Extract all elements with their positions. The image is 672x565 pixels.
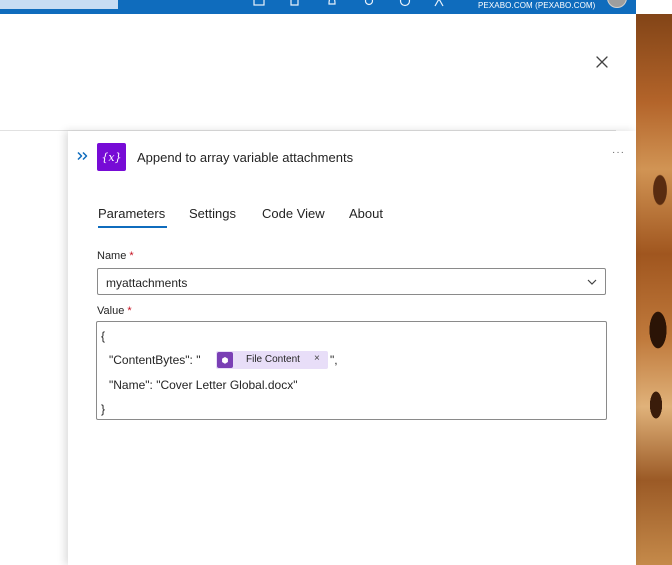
- help-icon[interactable]: [399, 0, 411, 7]
- search-box[interactable]: [0, 0, 118, 9]
- value-editor[interactable]: { "ContentBytes": " ⬢ File Content × ", …: [96, 321, 607, 420]
- action-title[interactable]: Append to array variable attachments: [137, 150, 353, 165]
- selected-tab-indicator: [98, 226, 167, 228]
- tab-code-view[interactable]: Code View: [262, 206, 325, 221]
- code-line: {: [101, 329, 106, 343]
- chevron-double-right-icon[interactable]: [76, 149, 90, 163]
- more-icon[interactable]: ···: [612, 147, 625, 158]
- required-mark: *: [129, 250, 134, 262]
- screen-icon[interactable]: [253, 0, 265, 7]
- gear-icon[interactable]: [363, 0, 375, 7]
- value-label-text: Value: [97, 305, 125, 317]
- connector-icon: ⬢: [217, 352, 233, 368]
- code-line: }: [101, 402, 106, 416]
- background-scenery-top: [636, 0, 672, 14]
- user-icon[interactable]: [433, 0, 445, 7]
- account-name[interactable]: PEXABO.COM (PEXABO.COM): [478, 1, 595, 10]
- feedback-icon[interactable]: [289, 0, 301, 7]
- tab-about[interactable]: About: [349, 206, 383, 221]
- code-line: "ContentBytes": ": [109, 353, 201, 367]
- code-line: "Name": "Cover Letter Global.docx": [109, 378, 298, 392]
- tab-settings[interactable]: Settings: [189, 206, 236, 221]
- close-icon[interactable]: ×: [314, 353, 320, 364]
- code-line: ",: [330, 353, 338, 367]
- close-icon[interactable]: [594, 54, 610, 70]
- required-mark: *: [127, 305, 132, 317]
- name-dropdown-value: myattachments: [106, 276, 188, 290]
- name-label-text: Name: [97, 250, 127, 262]
- name-dropdown[interactable]: myattachments: [97, 268, 606, 295]
- chevron-down-icon[interactable]: [586, 276, 598, 288]
- top-nav-bar: PEXABO.COM (PEXABO.COM): [0, 0, 636, 14]
- value-field-label: Value *: [97, 305, 132, 317]
- token-label: File Content: [246, 354, 300, 365]
- notifications-icon[interactable]: [326, 0, 338, 7]
- variable-action-icon: {x}: [97, 143, 126, 171]
- dynamic-content-token[interactable]: ⬢ File Content ×: [216, 351, 328, 369]
- name-field-label: Name *: [97, 250, 134, 262]
- tab-parameters[interactable]: Parameters: [98, 206, 165, 221]
- background-scenery: [636, 0, 672, 565]
